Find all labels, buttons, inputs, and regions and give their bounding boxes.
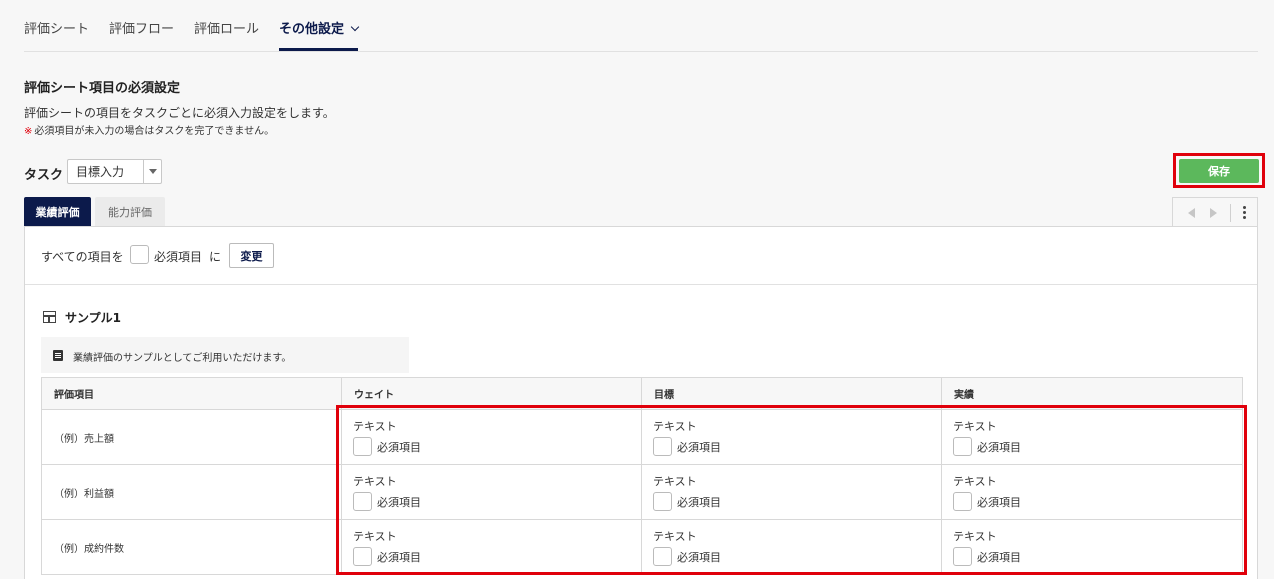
task-select[interactable]: 目標入力 [67, 159, 162, 184]
required-label: 必須項目 [977, 440, 1021, 454]
tab-evaluation-sheet[interactable]: 評価シート [24, 18, 89, 51]
top-tab-bar: 評価シート 評価フロー 評価ロール その他設定 [24, 0, 1258, 52]
required-label: 必須項目 [677, 550, 721, 564]
next-arrow-icon[interactable] [1203, 199, 1225, 227]
cell-type: テキスト [353, 420, 397, 433]
weight-cell: テキスト必須項目 [341, 464, 642, 520]
note-text: 必須項目が未入力の場合はタスクを完了できません。 [34, 126, 275, 137]
cell-type: テキスト [953, 530, 997, 543]
tab-other-settings-label: その他設定 [279, 22, 345, 37]
cell-type: テキスト [653, 475, 697, 488]
cell-type: テキスト [653, 420, 697, 433]
sample-title: サンプル1 [65, 311, 121, 325]
task-select-value: 目標入力 [76, 165, 125, 179]
required-toggle[interactable]: 必須項目 [953, 492, 1242, 511]
prev-arrow-icon[interactable] [1181, 199, 1203, 227]
table-icon [43, 311, 56, 323]
weight-cell: テキスト必須項目 [341, 409, 642, 465]
memo-text: 業績評価のサンプルとしてご利用いただけます。 [73, 353, 292, 364]
required-label: 必須項目 [377, 550, 421, 564]
header-target: 目標 [641, 377, 942, 410]
note-mark: ※ [24, 126, 33, 137]
required-toggle[interactable]: 必須項目 [653, 547, 941, 566]
required-label: 必須項目 [377, 495, 421, 509]
save-button[interactable]: 保存 [1179, 159, 1259, 183]
row-item-label: （例）売上額 [41, 409, 342, 465]
result-cell: テキスト必須項目 [941, 464, 1243, 520]
bulk-prefix: すべての項目を [41, 250, 124, 264]
bulk-required-checkbox[interactable] [130, 245, 149, 264]
target-cell: テキスト必須項目 [641, 519, 942, 575]
sample-memo: 業績評価のサンプルとしてご利用いただけます。 [41, 337, 409, 373]
required-label: 必須項目 [677, 495, 721, 509]
section-note: ※ 必須項目が未入力の場合はタスクを完了できません。 [24, 122, 274, 137]
required-toggle[interactable]: 必須項目 [953, 547, 1242, 566]
required-toggle[interactable]: 必須項目 [653, 437, 941, 456]
required-toggle[interactable]: 必須項目 [353, 492, 641, 511]
required-checkbox[interactable] [653, 492, 672, 511]
bulk-checkbox-label: 必須項目 [154, 250, 203, 264]
evaluation-items-table: 評価項目 ウェイト 目標 実績 （例）売上額 テキスト 必須項目 テキスト 必須項目… [41, 377, 1243, 575]
subtab-ability[interactable]: 能力評価 [95, 197, 165, 227]
row-item-label: （例）利益額 [41, 464, 342, 520]
section-description: 評価シートの項目をタスクごとに必須入力設定をします。 [24, 106, 335, 120]
required-checkbox[interactable] [653, 437, 672, 456]
table-row: （例）利益額 テキスト必須項目 テキスト必須項目 テキスト必須項目 [41, 464, 1243, 520]
result-cell: テキスト必須項目 [941, 519, 1243, 575]
tab-evaluation-role[interactable]: 評価ロール [194, 18, 259, 51]
bulk-change-row: すべての項目を 必須項目 に 変更 [25, 227, 1257, 285]
cell-type: テキスト [653, 530, 697, 543]
chevron-down-icon [350, 22, 360, 32]
required-label: 必須項目 [677, 440, 721, 454]
subtab-performance[interactable]: 業績評価 [24, 197, 91, 227]
section-title: 評価シート項目の必須設定 [24, 81, 181, 96]
cell-type: テキスト [353, 530, 397, 543]
required-label: 必須項目 [977, 495, 1021, 509]
target-cell: テキスト必須項目 [641, 464, 942, 520]
settings-panel: すべての項目を 必須項目 に 変更 サンプル1 業績評価のサンプルとしてご利用い… [24, 226, 1258, 579]
required-checkbox[interactable] [953, 492, 972, 511]
result-cell: テキスト必須項目 [941, 409, 1243, 465]
header-weight: ウェイト [341, 377, 642, 410]
caret-down-icon [143, 160, 161, 183]
table-row: （例）成約件数 テキスト必須項目 テキスト必須項目 テキスト必須項目 [41, 519, 1243, 575]
required-checkbox[interactable] [653, 547, 672, 566]
more-menu-icon[interactable] [1231, 199, 1257, 227]
weight-cell: テキスト必須項目 [341, 519, 642, 575]
bulk-suffix: に [209, 250, 222, 264]
subtab-nav [1172, 197, 1258, 227]
tab-evaluation-flow[interactable]: 評価フロー [109, 18, 174, 51]
required-toggle[interactable]: 必須項目 [353, 547, 641, 566]
memo-icon [53, 350, 63, 361]
cell-type: テキスト [953, 475, 997, 488]
table-row: （例）売上額 テキスト必須項目 テキスト必須項目 テキスト必須項目 [41, 409, 1243, 465]
required-checkbox[interactable] [953, 547, 972, 566]
required-checkbox[interactable] [353, 492, 372, 511]
required-checkbox[interactable] [353, 547, 372, 566]
target-cell: テキスト必須項目 [641, 409, 942, 465]
tab-other-settings[interactable]: その他設定 [279, 18, 360, 51]
required-toggle[interactable]: 必須項目 [953, 437, 1242, 456]
required-label: 必須項目 [377, 440, 421, 454]
change-button[interactable]: 変更 [229, 243, 274, 268]
header-result: 実績 [941, 377, 1243, 410]
task-label: タスク [24, 168, 64, 183]
required-checkbox[interactable] [953, 437, 972, 456]
cell-type: テキスト [953, 420, 997, 433]
table-header-row: 評価項目 ウェイト 目標 実績 [41, 377, 1243, 410]
header-item: 評価項目 [41, 377, 342, 410]
required-toggle[interactable]: 必須項目 [653, 492, 941, 511]
cell-type: テキスト [353, 475, 397, 488]
required-toggle[interactable]: 必須項目 [353, 437, 641, 456]
row-item-label: （例）成約件数 [41, 519, 342, 575]
required-checkbox[interactable] [353, 437, 372, 456]
required-label: 必須項目 [977, 550, 1021, 564]
